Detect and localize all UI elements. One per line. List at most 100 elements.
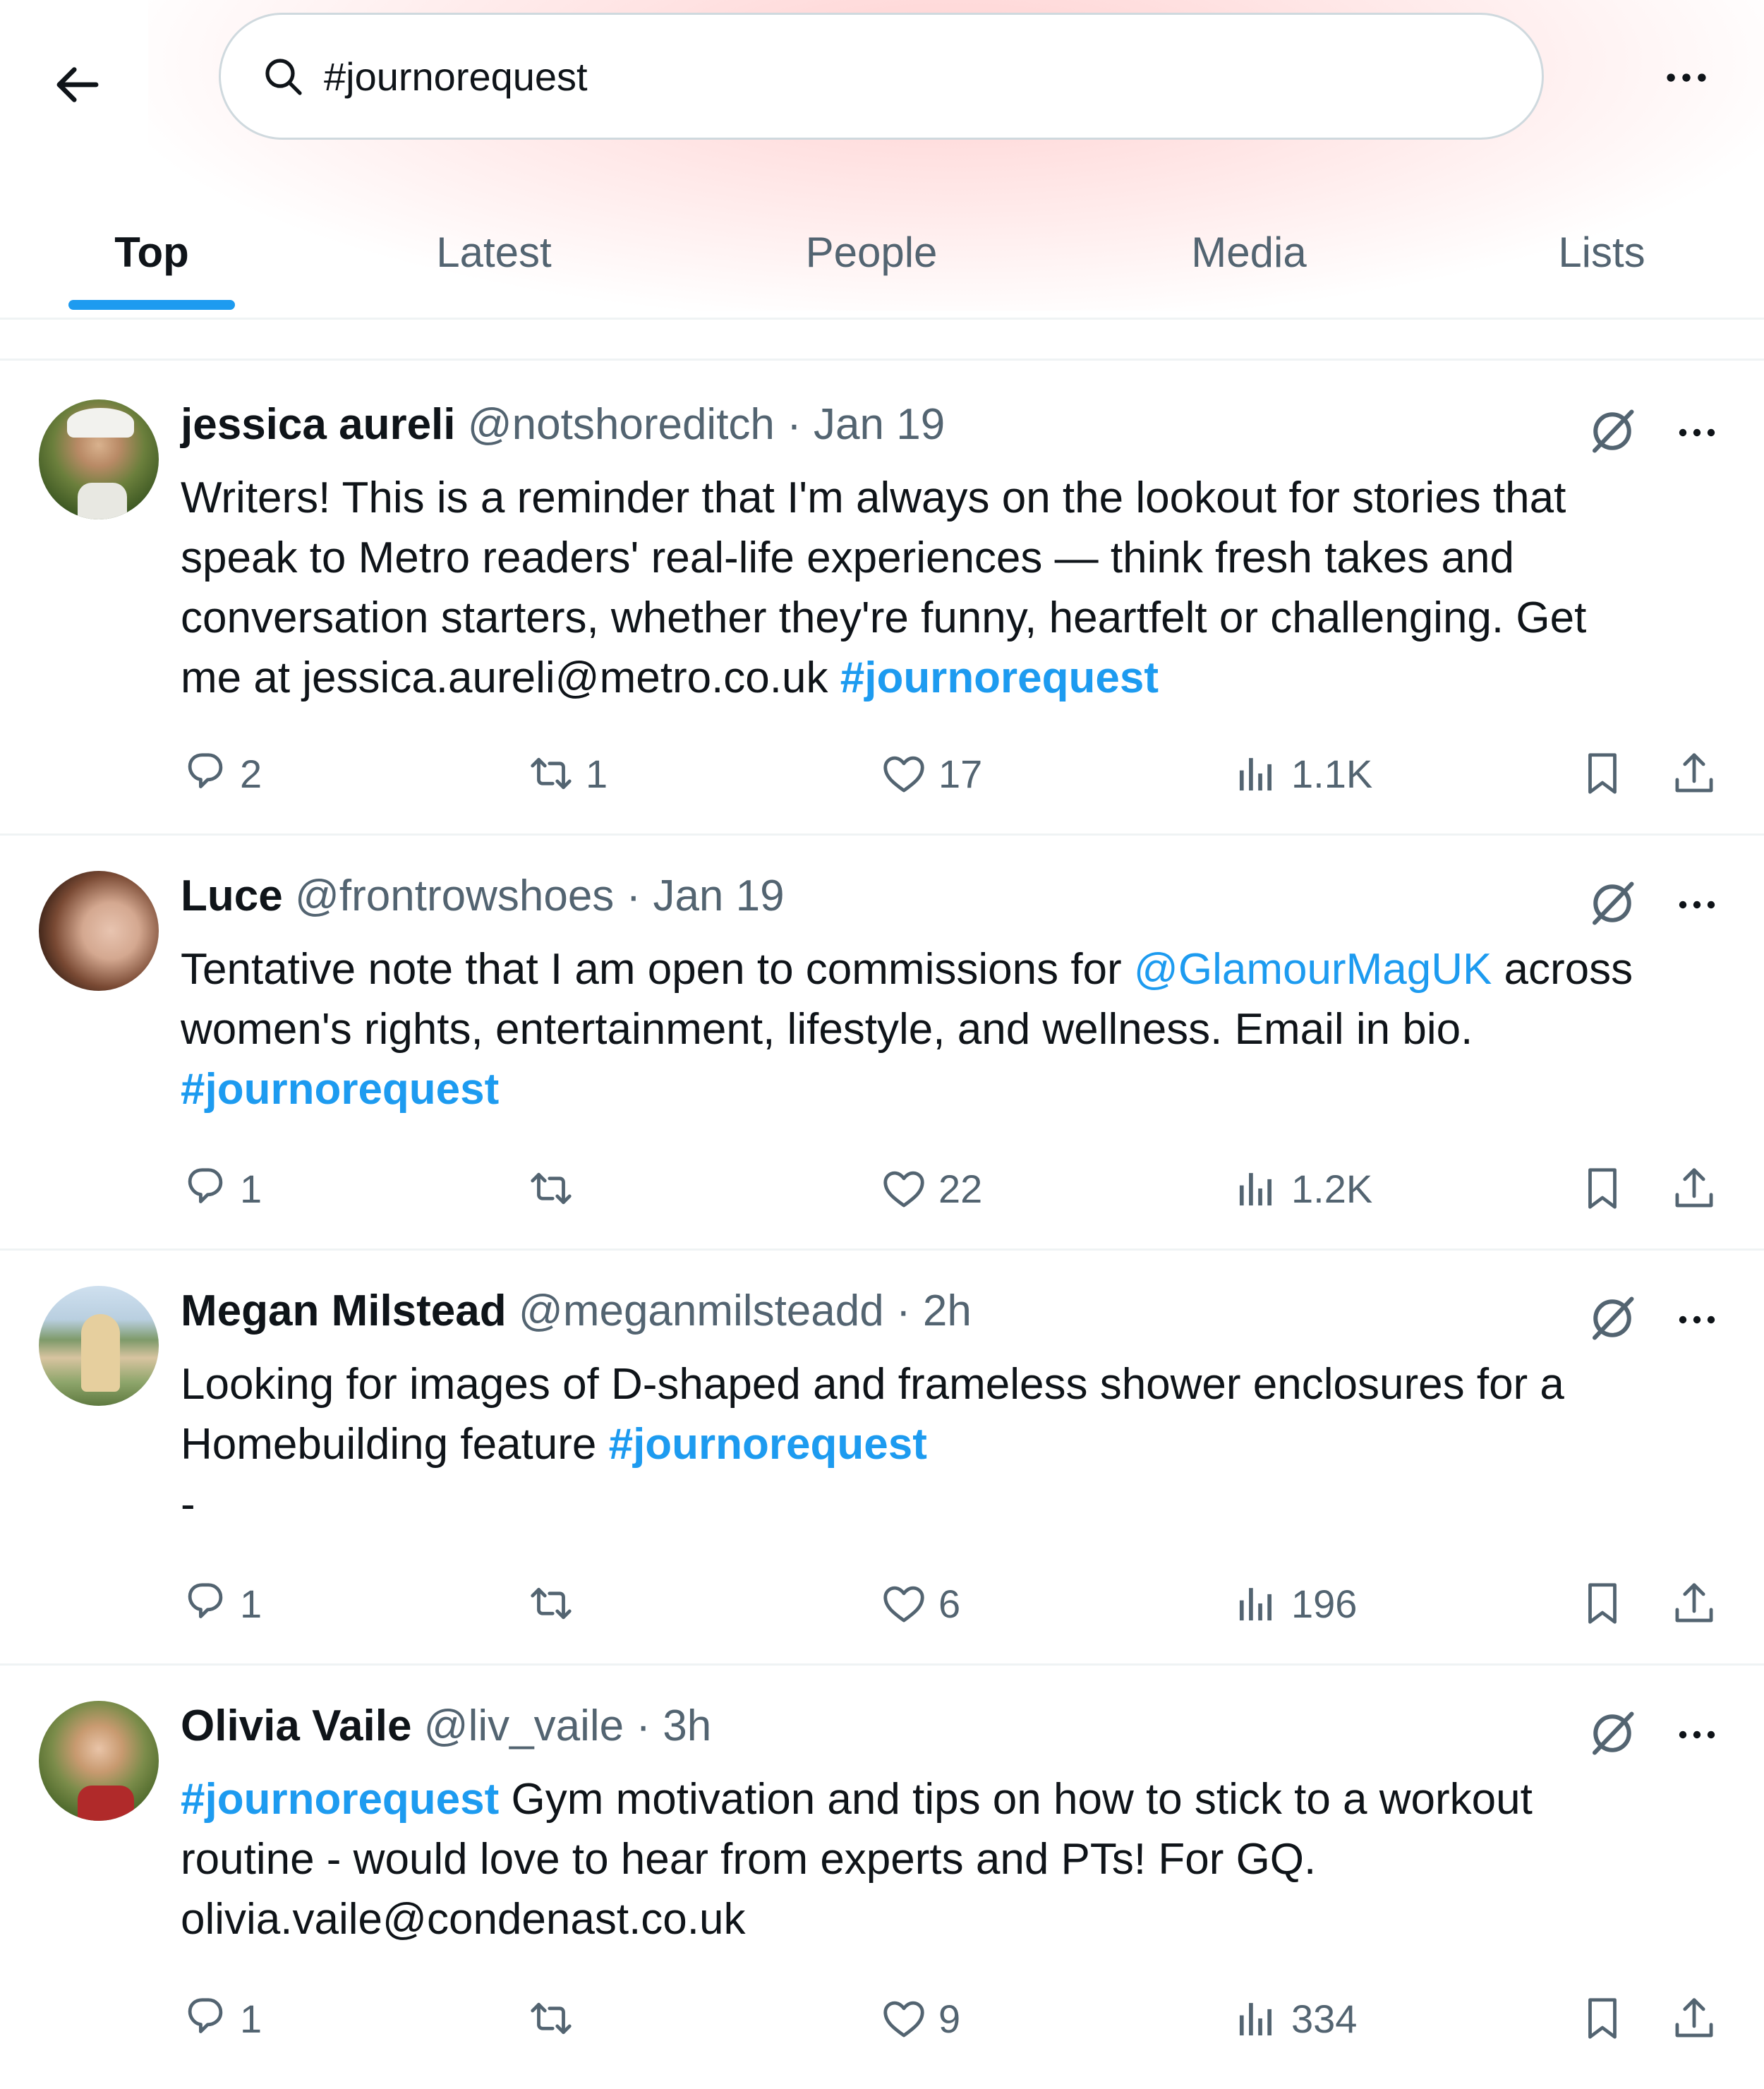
hashtag-link[interactable]: #journorequest <box>609 1420 927 1469</box>
like-button[interactable]: 17 <box>879 742 982 805</box>
search-header: Top Latest People Media Lists <box>0 0 1764 320</box>
reply-icon <box>181 749 230 798</box>
author-name[interactable]: Luce <box>181 872 283 920</box>
search-input[interactable] <box>322 52 1454 100</box>
timestamp[interactable]: 3h <box>663 1702 711 1750</box>
reply-icon <box>181 1164 230 1213</box>
tweet[interactable]: jessica aureli @notshoreditch · Jan 19 W… <box>0 361 1764 836</box>
tab-people[interactable]: People <box>684 191 1058 314</box>
repost-button[interactable] <box>526 1157 586 1220</box>
share-button[interactable] <box>1669 1987 1719 2050</box>
tab-media[interactable]: Media <box>1058 191 1439 314</box>
views-button[interactable]: 1.2K <box>1232 1157 1372 1220</box>
hashtag-link[interactable]: #journorequest <box>840 654 1159 702</box>
more-icon <box>1679 1316 1715 1324</box>
separator: · <box>895 1287 911 1335</box>
tweet-actions: 1 9 334 <box>181 1987 1733 2050</box>
grok-icon[interactable] <box>1584 875 1641 932</box>
like-icon <box>879 1579 929 1628</box>
repost-button[interactable]: 1 <box>526 742 608 805</box>
view-count: 1.1K <box>1291 751 1373 796</box>
tweet-text: Writers! This is a reminder that I'm alw… <box>181 468 1733 708</box>
views-button[interactable]: 196 <box>1232 1572 1357 1635</box>
tab-label: Top <box>114 229 189 276</box>
like-button[interactable]: 6 <box>879 1572 960 1635</box>
back-arrow-icon <box>56 67 99 102</box>
avatar[interactable] <box>39 1286 159 1406</box>
more-options-button[interactable] <box>1644 42 1729 113</box>
back-button[interactable] <box>35 42 120 127</box>
timestamp[interactable]: Jan 19 <box>814 400 945 449</box>
views-icon <box>1239 758 1271 791</box>
tab-top[interactable]: Top <box>0 191 303 314</box>
repost-icon <box>526 1164 576 1213</box>
author-name[interactable]: Olivia Vaile <box>181 1702 411 1750</box>
views-button[interactable]: 1.1K <box>1232 742 1372 805</box>
tweet-text-line: Homebuilding feature <box>181 1420 609 1469</box>
author-handle[interactable]: @frontrowshoes <box>295 872 614 920</box>
grok-icon[interactable] <box>1584 1290 1641 1347</box>
bookmark-button[interactable] <box>1578 1157 1627 1220</box>
author-handle[interactable]: @notshoreditch <box>468 400 775 449</box>
tweet-more-button[interactable] <box>1665 1714 1729 1756</box>
views-button[interactable]: 334 <box>1232 1987 1357 2050</box>
share-button[interactable] <box>1669 1157 1719 1220</box>
like-count: 6 <box>938 1581 961 1626</box>
grok-icon[interactable] <box>1584 403 1641 459</box>
like-count: 9 <box>938 1996 961 2041</box>
reply-button[interactable]: 1 <box>181 1572 262 1635</box>
author-name[interactable]: jessica aureli <box>181 400 456 449</box>
bookmark-button[interactable] <box>1578 1987 1627 2050</box>
repost-button[interactable] <box>526 1572 586 1635</box>
reply-button[interactable]: 1 <box>181 1157 262 1220</box>
bookmark-icon <box>1578 1164 1627 1213</box>
tweet-more-button[interactable] <box>1665 1299 1729 1341</box>
tweet-more-button[interactable] <box>1665 411 1729 454</box>
tweet[interactable]: Luce @frontrowshoes · Jan 19 Tentative n… <box>0 836 1764 1251</box>
avatar[interactable] <box>39 1701 159 1821</box>
bookmark-icon <box>1578 1994 1627 2043</box>
hashtag-link[interactable]: #journorequest <box>181 1775 499 1824</box>
repost-icon <box>526 1579 576 1628</box>
author-handle[interactable]: @meganmilsteadd <box>519 1287 884 1335</box>
reply-count: 1 <box>240 1996 262 2041</box>
tweet-header: Megan Milstead @meganmilsteadd · 2h <box>181 1286 972 1336</box>
like-button[interactable]: 9 <box>879 1987 960 2050</box>
search-box[interactable] <box>219 13 1544 140</box>
avatar-hat <box>67 408 134 438</box>
tab-label: People <box>805 229 938 276</box>
bookmark-button[interactable] <box>1578 742 1627 805</box>
author-name[interactable]: Megan Milstead <box>181 1287 507 1335</box>
author-handle[interactable]: @liv_vaile <box>424 1702 624 1750</box>
views-icon <box>1239 1173 1271 1206</box>
repost-button[interactable] <box>526 1987 586 2050</box>
tab-latest[interactable]: Latest <box>303 191 684 314</box>
tab-lists[interactable]: Lists <box>1439 191 1764 314</box>
tweet[interactable]: Olivia Vaile @liv_vaile · 3h #journorequ… <box>0 1666 1764 2089</box>
repost-count: 1 <box>586 751 608 796</box>
mention-link[interactable]: @GlamourMagUK <box>1134 945 1492 994</box>
like-button[interactable]: 22 <box>879 1157 982 1220</box>
reply-button[interactable]: 1 <box>181 1987 262 2050</box>
avatar[interactable] <box>39 399 159 519</box>
share-button[interactable] <box>1669 742 1719 805</box>
timestamp[interactable]: Jan 19 <box>653 872 784 920</box>
reply-count: 2 <box>240 751 262 796</box>
more-icon <box>1667 73 1706 82</box>
grok-icon[interactable] <box>1584 1705 1641 1762</box>
hashtag-link[interactable]: #journorequest <box>181 1065 499 1114</box>
timeline-divider <box>0 320 1764 361</box>
avatar[interactable] <box>39 871 159 991</box>
tweet-text-line: routine - would love to hear from expert… <box>181 1835 1317 1884</box>
tweet-more-button[interactable] <box>1665 884 1729 926</box>
reply-button[interactable]: 2 <box>181 742 262 805</box>
bookmark-button[interactable] <box>1578 1572 1627 1635</box>
tweet-header: Luce @frontrowshoes · Jan 19 <box>181 871 785 921</box>
timestamp[interactable]: 2h <box>923 1287 972 1335</box>
tweet[interactable]: Megan Milstead @meganmilsteadd · 2h Look… <box>0 1251 1764 1666</box>
bookmark-icon <box>1578 1579 1627 1628</box>
share-button[interactable] <box>1669 1572 1719 1635</box>
reply-count: 1 <box>240 1581 262 1626</box>
like-count: 22 <box>938 1166 983 1211</box>
tweet-text-line: olivia.vaile@condenast.co.uk <box>181 1895 746 1944</box>
